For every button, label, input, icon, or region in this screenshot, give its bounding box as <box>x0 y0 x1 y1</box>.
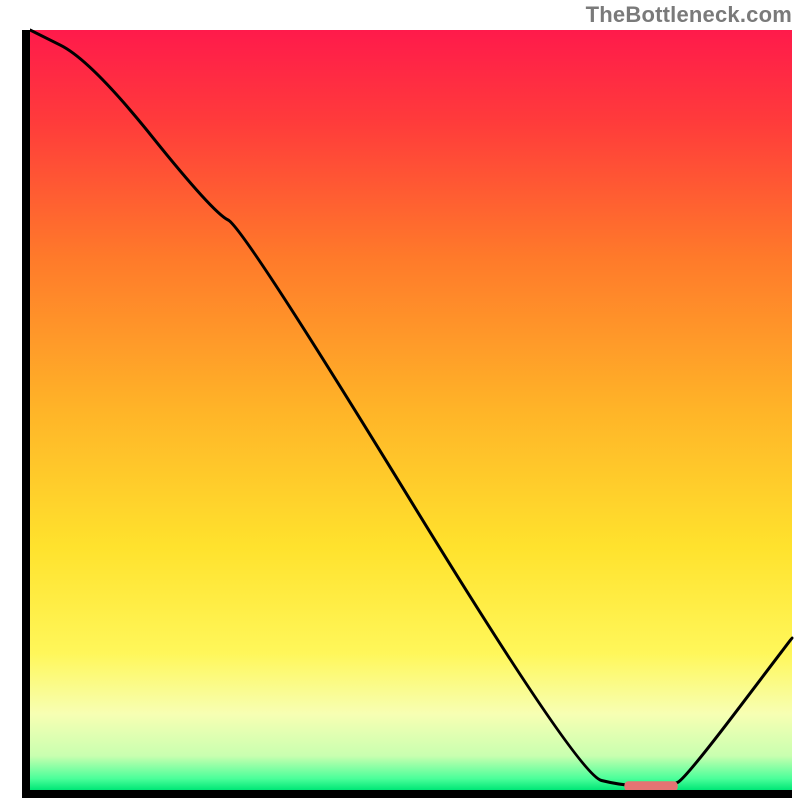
watermark-text: TheBottleneck.com <box>586 2 792 28</box>
bottleneck-chart <box>0 0 800 800</box>
chart-root: TheBottleneck.com <box>0 0 800 800</box>
optimum-marker <box>624 781 677 791</box>
plot-background-gradient <box>30 30 792 790</box>
